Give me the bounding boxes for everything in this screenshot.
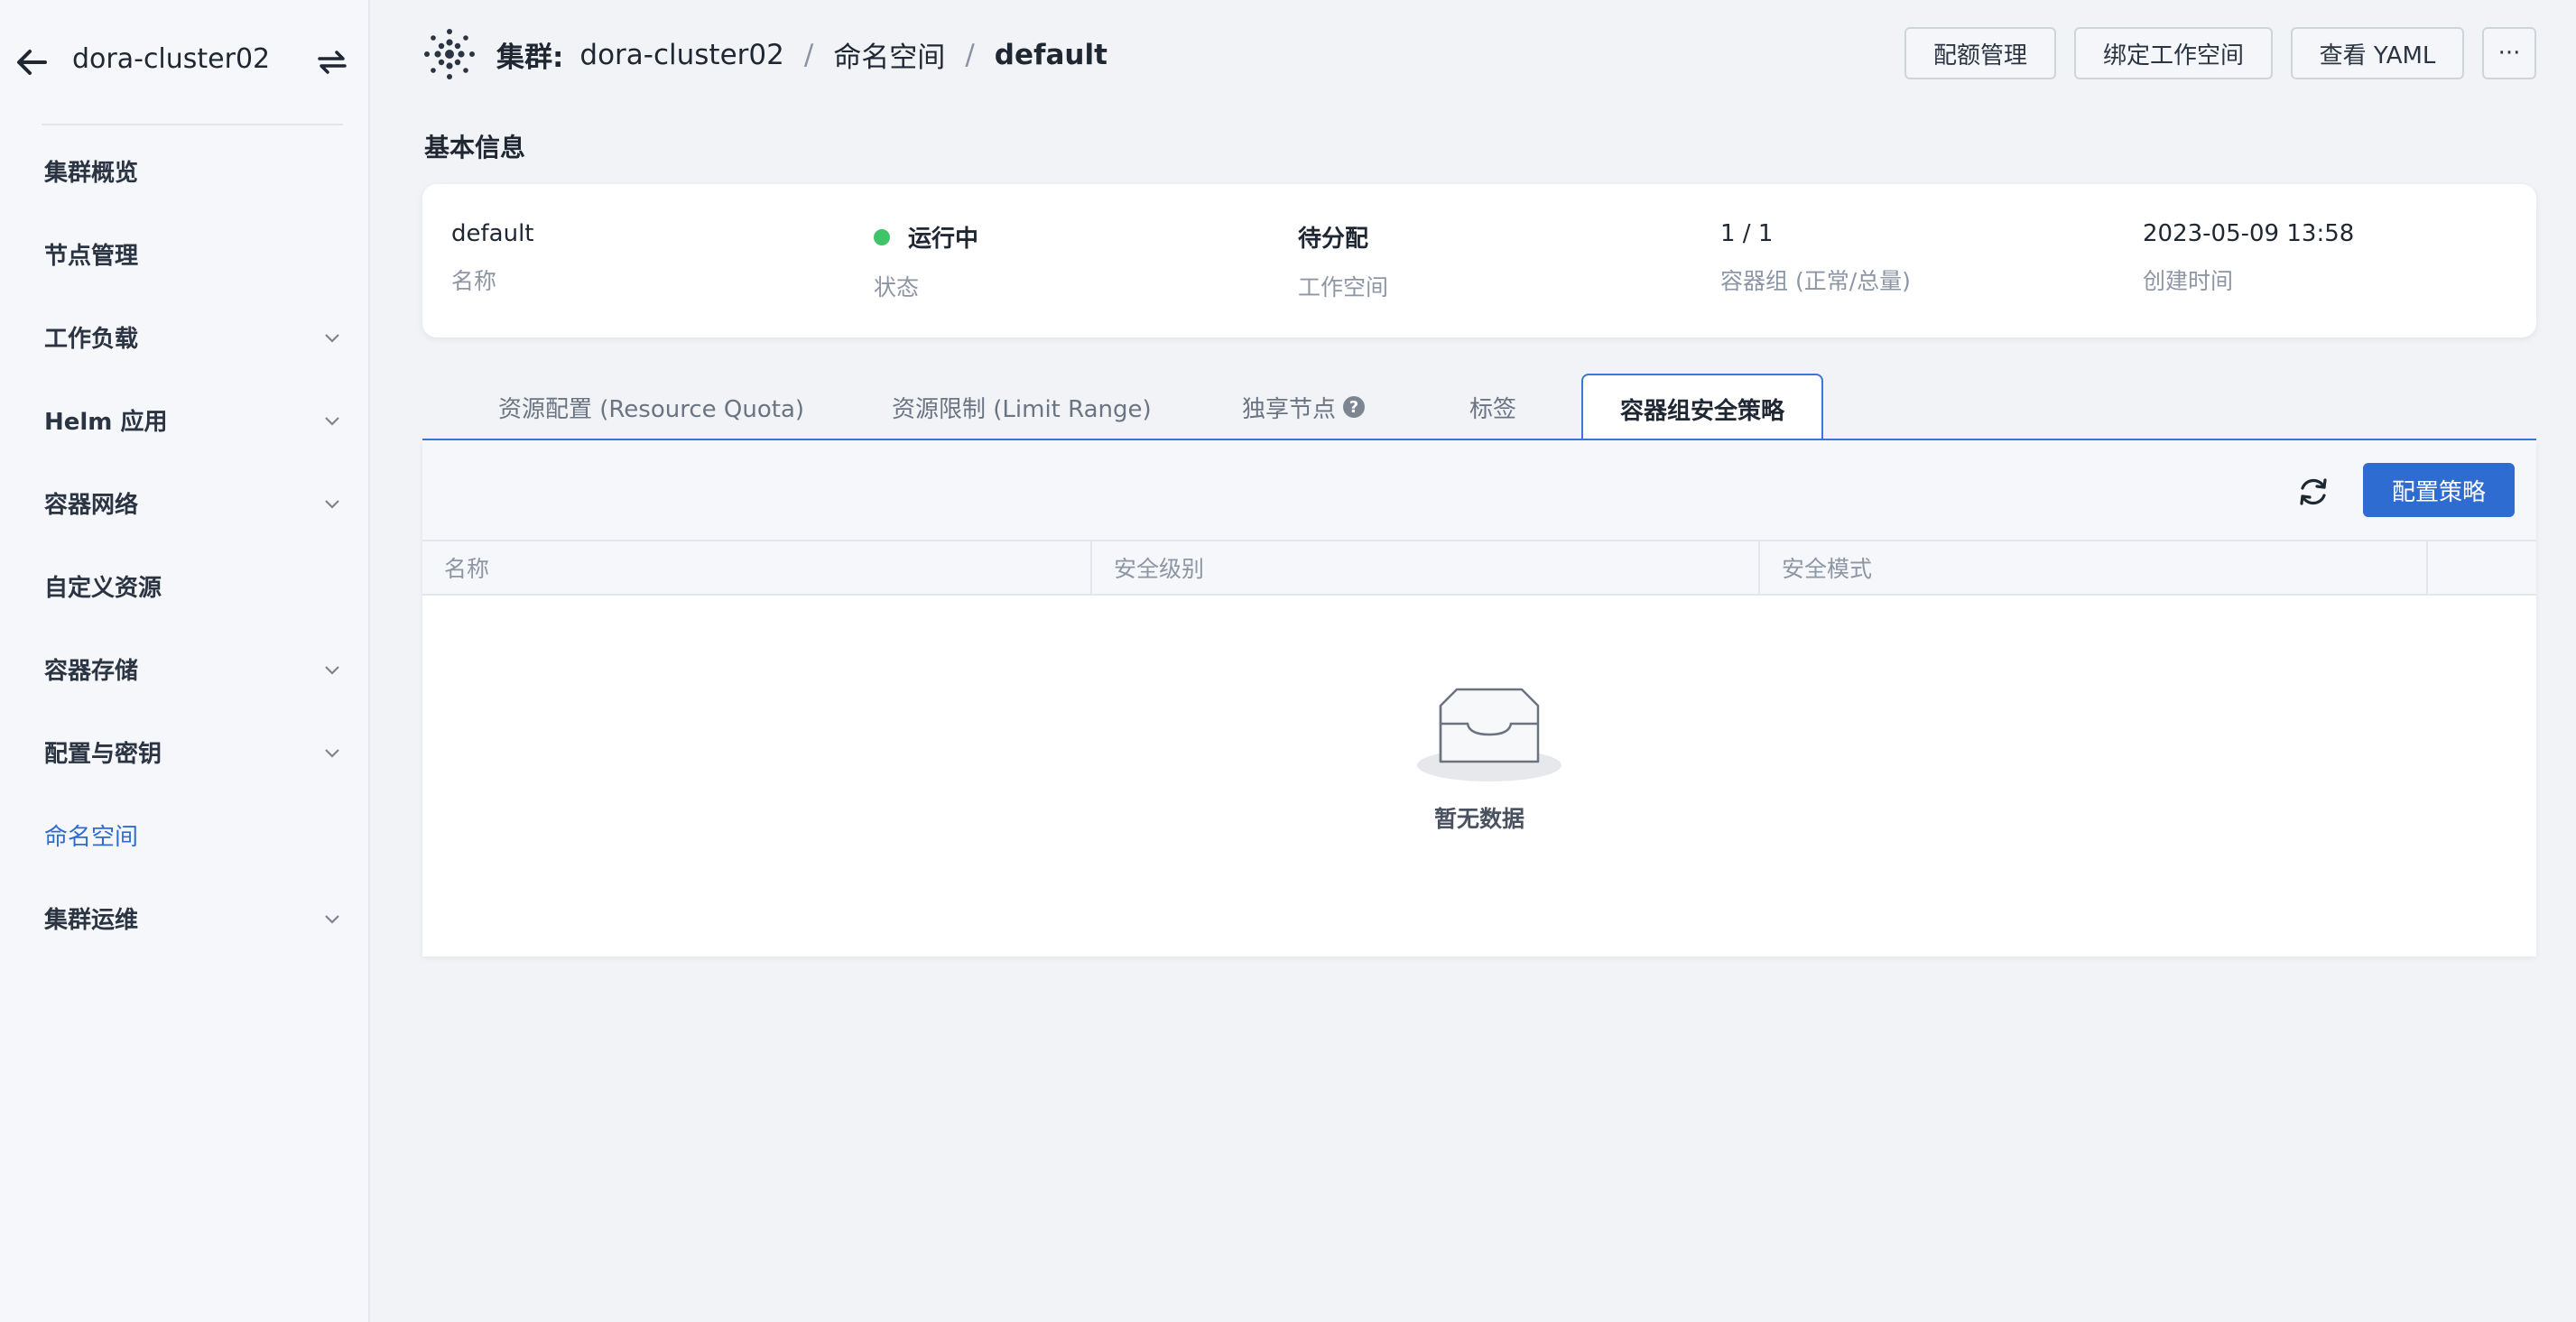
bind-workspace-button[interactable]: 绑定工作空间	[2074, 27, 2273, 79]
sidebar-item-label: 配置与密钥	[44, 741, 162, 768]
info-workspace: 待分配 工作空间	[1298, 220, 1388, 302]
column-header-name[interactable]: 名称	[422, 541, 1092, 594]
sidebar-item-container-storage[interactable]: 容器存储	[0, 629, 370, 712]
breadcrumb-separator: /	[803, 38, 814, 71]
breadcrumb-namespace-link[interactable]: 命名空间	[833, 34, 945, 75]
sidebar-item-cluster-ops[interactable]: 集群运维	[0, 878, 370, 961]
sidebar-menu: 集群概览 节点管理 工作负载 Helm 应用 容器网络 自定义资源 容器存储 配…	[0, 131, 370, 961]
sidebar-item-custom-resources[interactable]: 自定义资源	[0, 546, 370, 629]
sidebar-item-label: 集群概览	[44, 160, 139, 187]
sidebar-divider	[42, 124, 343, 125]
policy-panel: 配置策略 名称 安全级别 安全模式 暂无数据	[422, 440, 2536, 957]
breadcrumb-cluster-label: 集群:	[496, 42, 564, 74]
sidebar-header: dora-cluster02	[0, 0, 370, 125]
basic-info-card: default 名称 运行中 状态 待分配 工作空间 1 / 1 容器组 (正常…	[422, 184, 2536, 337]
panel-toolbar: 配置策略	[422, 440, 2536, 540]
info-label: 名称	[451, 268, 497, 294]
cluster-logo-icon	[424, 29, 475, 79]
sidebar-item-node-management[interactable]: 节点管理	[0, 214, 370, 297]
sidebar-item-container-network[interactable]: 容器网络	[0, 463, 370, 546]
tab-pod-security-policy[interactable]: 容器组安全策略	[1581, 374, 1823, 442]
sidebar-item-label: 自定义资源	[44, 575, 162, 602]
tab-label: 独享节点	[1242, 395, 1337, 423]
more-actions-button[interactable]: ···	[2482, 27, 2536, 79]
info-name: default 名称	[451, 220, 533, 296]
breadcrumb-separator: /	[965, 38, 975, 71]
status-text: 运行中	[908, 226, 979, 253]
sidebar-item-namespaces[interactable]: 命名空间	[0, 795, 370, 878]
sidebar-item-label: 节点管理	[44, 243, 139, 270]
sidebar: dora-cluster02 集群概览 节点管理 工作负载 Helm 应用 容器…	[0, 0, 370, 1322]
info-label: 状态	[874, 274, 920, 300]
sidebar-item-config-secrets[interactable]: 配置与密钥	[0, 712, 370, 795]
info-value: 1 / 1	[1720, 220, 1774, 247]
breadcrumb-cluster-link[interactable]: dora-cluster02	[579, 39, 783, 71]
chevron-down-icon	[325, 915, 339, 924]
info-created: 2023-05-09 13:58 创建时间	[2143, 220, 2354, 296]
quota-management-button[interactable]: 配额管理	[1904, 27, 2056, 79]
view-yaml-button[interactable]: 查看 YAML	[2291, 27, 2464, 79]
main-content: 集群: dora-cluster02 / 命名空间 / default 配额管理…	[370, 0, 2576, 1322]
info-value: 待分配	[1298, 226, 1369, 253]
info-label: 创建时间	[2143, 268, 2234, 294]
empty-state: 暂无数据	[422, 596, 2536, 957]
sidebar-item-workloads[interactable]: 工作负载	[0, 297, 370, 380]
info-label: 工作空间	[1298, 274, 1389, 300]
chevron-down-icon	[325, 417, 339, 426]
tab-limit-range[interactable]: 资源限制 (Limit Range)	[892, 374, 1152, 440]
tab-labels[interactable]: 标签	[1469, 374, 1516, 440]
info-value: default	[451, 220, 534, 247]
sidebar-item-label: Helm 应用	[44, 409, 168, 436]
tab-dedicated-nodes[interactable]: 独享节点 ?	[1242, 374, 1366, 440]
info-value: 2023-05-09 13:58	[2143, 220, 2355, 247]
chevron-down-icon	[325, 749, 339, 758]
breadcrumb: 集群: dora-cluster02 / 命名空间 / default	[496, 34, 1107, 75]
empty-inbox-icon	[1417, 688, 1561, 781]
column-header-actions	[2428, 541, 2536, 594]
sidebar-item-label: 工作负载	[44, 326, 139, 353]
back-arrow-icon[interactable]	[14, 47, 49, 78]
sidebar-item-label: 容器存储	[44, 658, 139, 685]
sidebar-item-helm-apps[interactable]: Helm 应用	[0, 380, 370, 463]
status-dot-icon	[874, 228, 890, 245]
chevron-down-icon	[325, 334, 339, 343]
empty-text: 暂无数据	[1433, 806, 1524, 832]
refresh-icon[interactable]	[2295, 475, 2331, 509]
sidebar-cluster-name: dora-cluster02	[72, 43, 271, 75]
info-pods: 1 / 1 容器组 (正常/总量)	[1720, 220, 1911, 296]
sidebar-item-label: 集群运维	[44, 907, 139, 934]
breadcrumb-current: default	[994, 38, 1107, 71]
sidebar-item-cluster-overview[interactable]: 集群概览	[0, 131, 370, 214]
info-label: 容器组 (正常/总量)	[1720, 268, 1911, 294]
tab-resource-quota[interactable]: 资源配置 (Resource Quota)	[498, 374, 804, 440]
chevron-down-icon	[325, 666, 339, 675]
sidebar-item-label: 容器网络	[44, 492, 139, 519]
info-value: 运行中	[874, 220, 978, 254]
chevron-down-icon	[325, 500, 339, 509]
info-status: 运行中 状态	[874, 220, 978, 302]
sidebar-item-label: 命名空间	[44, 824, 139, 851]
help-question-icon[interactable]: ?	[1343, 396, 1366, 418]
basic-info-title: 基本信息	[424, 133, 526, 162]
table-header: 名称 安全级别 安全模式	[422, 540, 2536, 596]
column-header-security-level[interactable]: 安全级别	[1092, 541, 1760, 594]
switch-cluster-icon[interactable]	[316, 47, 348, 78]
configure-policy-button[interactable]: 配置策略	[2363, 463, 2515, 517]
column-header-security-mode[interactable]: 安全模式	[1760, 541, 2428, 594]
